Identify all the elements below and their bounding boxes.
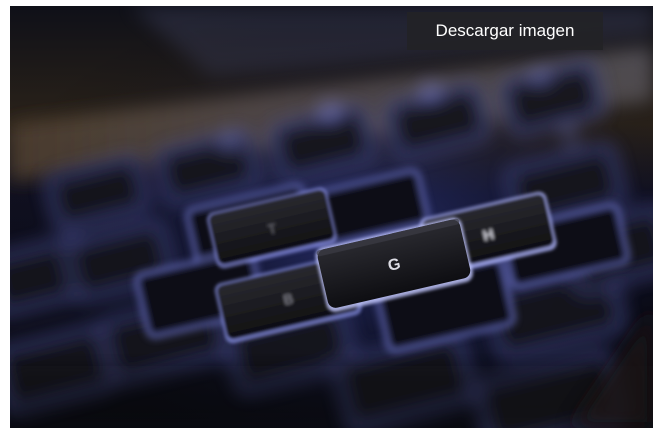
image-frame: T B H G Descargar imagen	[10, 6, 653, 428]
keyboard-photo: T B H G	[10, 6, 653, 428]
download-image-button[interactable]: Descargar imagen	[407, 12, 603, 50]
